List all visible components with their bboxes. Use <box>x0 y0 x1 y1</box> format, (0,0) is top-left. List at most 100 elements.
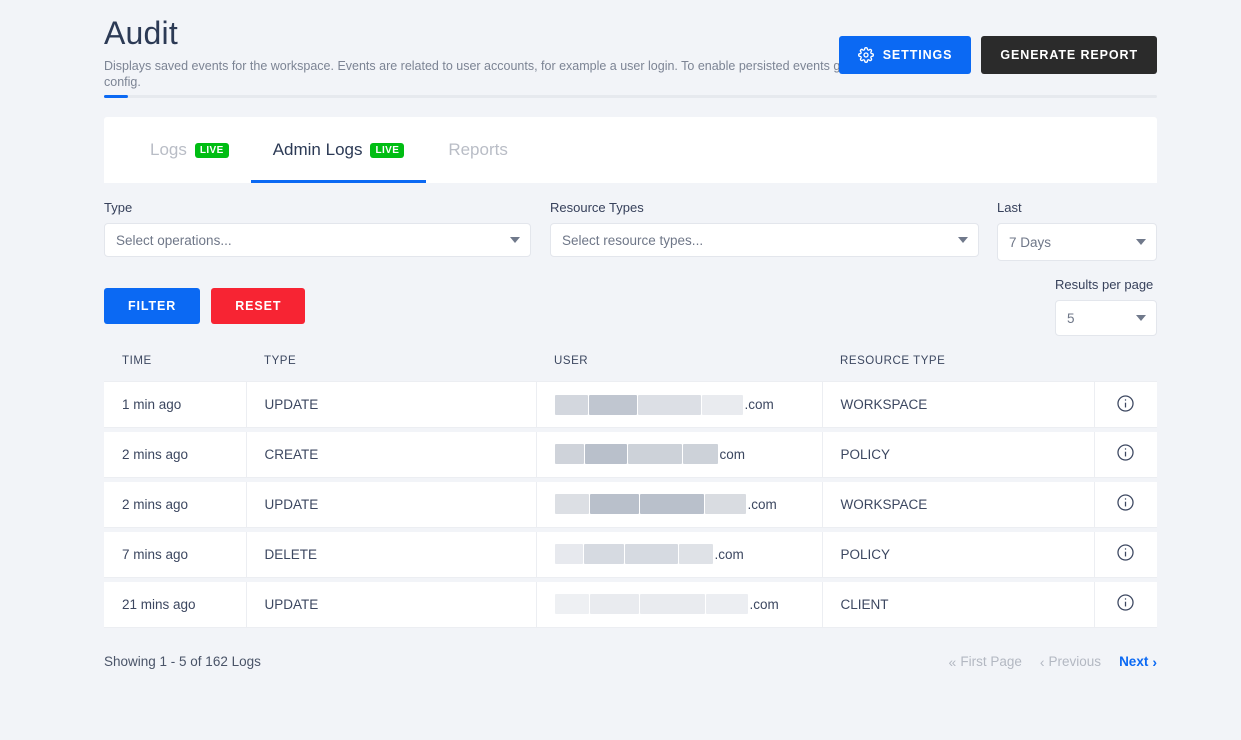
redaction-block <box>589 494 639 515</box>
chevron-down-icon <box>1136 315 1146 321</box>
user-domain-suffix: .com <box>714 546 744 562</box>
type-select-value: Select operations... <box>116 232 232 248</box>
cell-info[interactable] <box>1094 431 1157 478</box>
column-header-type: TYPE <box>264 355 297 367</box>
info-circle-icon[interactable] <box>1116 443 1135 462</box>
first-page-label: First Page <box>960 654 1022 669</box>
redaction-block <box>678 544 713 565</box>
redaction-block <box>639 594 705 615</box>
table-header-row: TIME TYPE USER RESOURCE TYPE <box>104 355 1157 382</box>
results-per-page-select[interactable]: 5 <box>1055 300 1157 336</box>
column-header-time: TIME <box>122 355 152 367</box>
chevron-right-icon: › <box>1152 653 1157 670</box>
header-actions: SETTINGS GENERATE REPORT <box>838 36 1157 74</box>
next-page-label: Next <box>1119 654 1149 669</box>
redaction-block <box>554 494 589 515</box>
redaction-block <box>584 444 627 465</box>
user-redaction <box>554 394 744 415</box>
column-header-actions <box>1094 355 1157 382</box>
settings-button[interactable]: SETTINGS <box>838 36 972 74</box>
user-redaction <box>554 594 749 615</box>
table-row[interactable]: 21 mins ago UPDATE .com CLIENT <box>104 581 1157 628</box>
cell-type: DELETE <box>246 531 537 578</box>
cell-time: 21 mins ago <box>104 581 247 628</box>
results-per-page-value: 5 <box>1067 310 1075 326</box>
page-header: Audit Displays saved events for the work… <box>104 14 1157 90</box>
cell-resource-type: POLICY <box>822 431 1095 478</box>
last-select-value: 7 Days <box>1009 234 1052 250</box>
progress-track <box>104 95 1157 98</box>
cell-info[interactable] <box>1094 581 1157 628</box>
redaction-block <box>554 544 583 565</box>
redaction-block <box>637 394 701 415</box>
cell-type: UPDATE <box>246 381 537 428</box>
tabs-card: Logs LIVE Admin Logs LIVE Reports <box>104 117 1157 183</box>
table-row[interactable]: 2 mins ago UPDATE .com WORKSPACE <box>104 481 1157 528</box>
settings-button-label: SETTINGS <box>882 48 953 62</box>
pagination: « First Page ‹ Previous Next › <box>949 654 1157 669</box>
column-header-user: USER <box>554 355 589 367</box>
showing-count: Showing 1 - 5 of 162 Logs <box>104 654 261 669</box>
info-circle-icon[interactable] <box>1116 394 1135 413</box>
redaction-block <box>701 394 743 415</box>
type-label: Type <box>104 200 133 215</box>
redaction-block <box>639 494 704 515</box>
reset-button[interactable]: RESET <box>211 288 306 324</box>
redaction-block <box>554 394 588 415</box>
redaction-block <box>589 594 639 615</box>
cell-type: UPDATE <box>246 581 537 628</box>
info-circle-icon[interactable] <box>1116 593 1135 612</box>
resource-types-select-value: Select resource types... <box>562 232 704 248</box>
table-row[interactable]: 2 mins ago CREATE com POLICY <box>104 431 1157 478</box>
generate-report-button-label: GENERATE REPORT <box>1000 48 1138 62</box>
info-circle-icon[interactable] <box>1116 543 1135 562</box>
redaction-block <box>588 394 637 415</box>
generate-report-button[interactable]: GENERATE REPORT <box>981 36 1157 74</box>
user-domain-suffix: com <box>719 446 746 462</box>
tab-list: Logs LIVE Admin Logs LIVE Reports <box>104 117 1157 183</box>
user-domain-suffix: .com <box>744 397 774 412</box>
cell-info[interactable] <box>1094 531 1157 578</box>
cell-time: 1 min ago <box>104 381 247 428</box>
tab-admin-logs[interactable]: Admin Logs LIVE <box>250 117 427 183</box>
last-label: Last <box>997 200 1022 215</box>
user-redaction <box>554 444 719 465</box>
cell-user: .com <box>536 581 823 628</box>
tab-reports[interactable]: Reports <box>426 117 530 183</box>
filter-button[interactable]: FILTER <box>104 288 201 324</box>
table-row[interactable]: 7 mins ago DELETE .com POLICY <box>104 531 1157 578</box>
double-chevron-left-icon: « <box>948 653 957 670</box>
cell-type: CREATE <box>246 431 537 478</box>
filter-resource-types-group: Resource Types Select resource types... <box>550 200 979 257</box>
info-circle-icon[interactable] <box>1116 493 1135 512</box>
filter-actions: FILTER RESET <box>104 288 306 324</box>
last-select[interactable]: 7 Days <box>997 223 1157 261</box>
tab-admin-logs-label: Admin Logs <box>272 140 363 159</box>
filter-last-group: Last 7 Days <box>997 200 1157 261</box>
table-row[interactable]: 1 min ago UPDATE .com WORKSPACE <box>104 381 1157 428</box>
cell-user: .com <box>536 481 823 528</box>
user-redaction <box>554 494 747 515</box>
cell-time: 2 mins ago <box>104 481 247 528</box>
redaction-block <box>624 544 678 565</box>
tab-logs-live-badge: LIVE <box>194 142 229 158</box>
cell-time: 2 mins ago <box>104 431 247 478</box>
filter-type-group: Type Select operations... <box>104 200 531 257</box>
cell-type: UPDATE <box>246 481 537 528</box>
reset-button-label: RESET <box>235 299 282 313</box>
cell-resource-type: WORKSPACE <box>822 381 1095 428</box>
cell-info[interactable] <box>1094 481 1157 528</box>
logs-table-wrapper: TIME TYPE USER RESOURCE TYPE 1 min ago UP… <box>104 355 1157 628</box>
table-head: TIME TYPE USER RESOURCE TYPE <box>104 355 1157 382</box>
redaction-block <box>583 544 624 565</box>
tab-reports-label: Reports <box>448 140 508 159</box>
type-select[interactable]: Select operations... <box>104 223 531 257</box>
first-page-button[interactable]: « First Page <box>949 654 1022 669</box>
previous-page-button[interactable]: ‹ Previous <box>1040 654 1101 669</box>
cell-info[interactable] <box>1094 381 1157 428</box>
user-domain-suffix: .com <box>749 596 779 612</box>
previous-page-label: Previous <box>1048 654 1102 669</box>
resource-types-select[interactable]: Select resource types... <box>550 223 979 257</box>
tab-logs[interactable]: Logs LIVE <box>128 117 251 183</box>
next-page-button[interactable]: Next › <box>1119 654 1157 669</box>
